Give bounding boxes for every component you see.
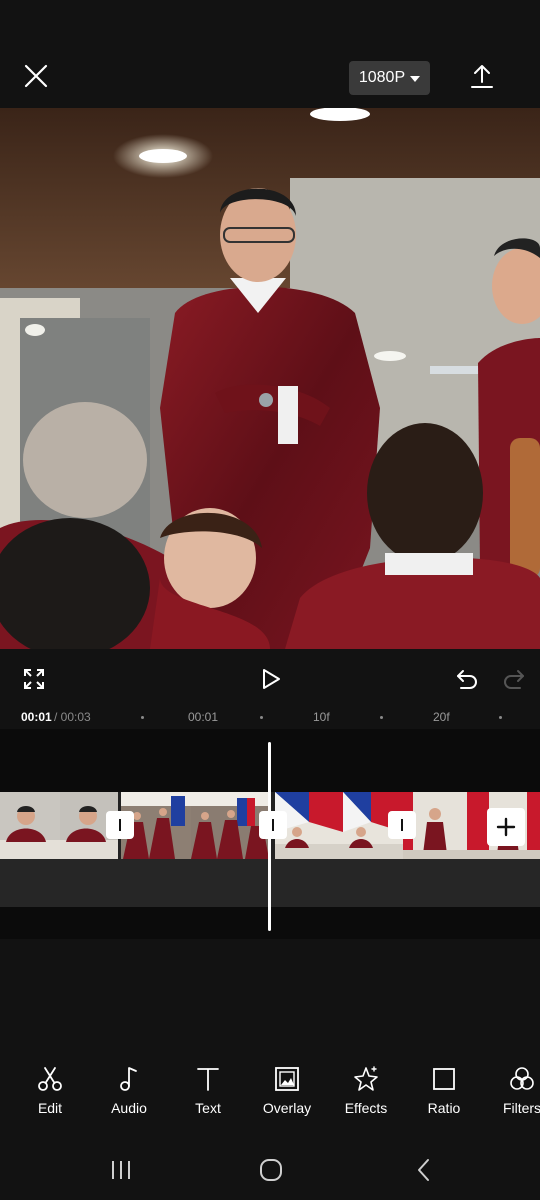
ruler-tick-label: 20f — [433, 710, 450, 724]
ruler-tick-label: 00:01 — [188, 710, 219, 724]
tool-filters[interactable]: Filters — [484, 1064, 540, 1116]
ruler-dot — [141, 716, 144, 719]
top-bar: 1080P — [0, 0, 540, 108]
redo-button[interactable] — [500, 665, 528, 693]
ruler-dot — [260, 716, 263, 719]
ruler-tick-label: 10f — [313, 710, 330, 724]
tool-text[interactable]: Text — [170, 1064, 246, 1116]
play-button[interactable] — [257, 665, 285, 693]
resolution-label: 1080P — [358, 69, 406, 86]
system-nav-bar — [0, 1140, 540, 1200]
transition-icon — [401, 819, 403, 831]
transition-button[interactable] — [388, 811, 416, 839]
playhead[interactable] — [268, 742, 271, 931]
resolution-dropdown[interactable]: 1080P — [349, 61, 430, 95]
overlay-icon — [275, 1067, 299, 1091]
total-time: / 00:03 — [54, 710, 91, 724]
tool-ratio[interactable]: Ratio — [406, 1064, 482, 1116]
transition-button[interactable] — [259, 811, 287, 839]
back-button[interactable] — [408, 1156, 440, 1184]
preview-frame — [0, 108, 540, 649]
tool-edit[interactable]: Edit — [12, 1064, 88, 1116]
tool-label: Effects — [344, 1100, 388, 1116]
tool-label: Audio — [111, 1100, 147, 1116]
filters-icon — [510, 1067, 534, 1090]
home-button[interactable] — [255, 1156, 287, 1184]
tool-audio[interactable]: Audio — [91, 1064, 167, 1116]
undo-button[interactable] — [453, 665, 481, 693]
play-icon — [263, 669, 280, 689]
tool-label: Overlay — [262, 1100, 312, 1116]
home-icon — [260, 1159, 282, 1181]
current-time: 00:01 — [21, 710, 52, 724]
export-button[interactable] — [466, 60, 498, 92]
scissors-icon — [38, 1067, 62, 1091]
tool-label: Filters — [502, 1100, 540, 1116]
back-icon — [418, 1159, 429, 1181]
close-button[interactable] — [20, 60, 52, 92]
recent-apps-button[interactable] — [105, 1156, 137, 1184]
tool-effects[interactable]: Effects — [328, 1064, 404, 1116]
ruler-dot — [499, 716, 502, 719]
video-preview[interactable] — [0, 108, 540, 649]
tool-label: Text — [195, 1100, 221, 1116]
plus-icon — [496, 817, 516, 837]
transition-button[interactable] — [106, 811, 134, 839]
effects-star-icon — [354, 1066, 378, 1091]
transition-icon — [272, 819, 274, 831]
export-upload-icon — [471, 65, 493, 88]
add-clip-button[interactable] — [487, 808, 525, 846]
editing-toolbar: Edit Audio Text Overlay Effects Ratio Fi… — [0, 1050, 540, 1130]
playback-controls — [0, 649, 540, 707]
fullscreen-button[interactable] — [20, 665, 48, 693]
text-icon — [197, 1068, 219, 1091]
redo-icon — [504, 670, 524, 689]
tool-overlay[interactable]: Overlay — [249, 1064, 325, 1116]
tool-label: Ratio — [427, 1100, 461, 1116]
caret-down-icon — [410, 75, 421, 82]
music-note-icon — [120, 1067, 137, 1091]
fullscreen-icon — [24, 669, 44, 689]
ratio-icon — [433, 1068, 455, 1090]
undo-icon — [457, 670, 477, 689]
close-icon — [24, 64, 48, 88]
recent-apps-icon — [112, 1161, 130, 1179]
ruler-dot — [380, 716, 383, 719]
clip-thumbnail[interactable] — [0, 792, 60, 859]
transition-icon — [119, 819, 121, 831]
timeline-track-area[interactable] — [0, 729, 540, 939]
tool-label: Edit — [37, 1100, 63, 1116]
timeline-ruler: 00:01 / 00:03 00:01 10f 20f — [0, 707, 540, 729]
